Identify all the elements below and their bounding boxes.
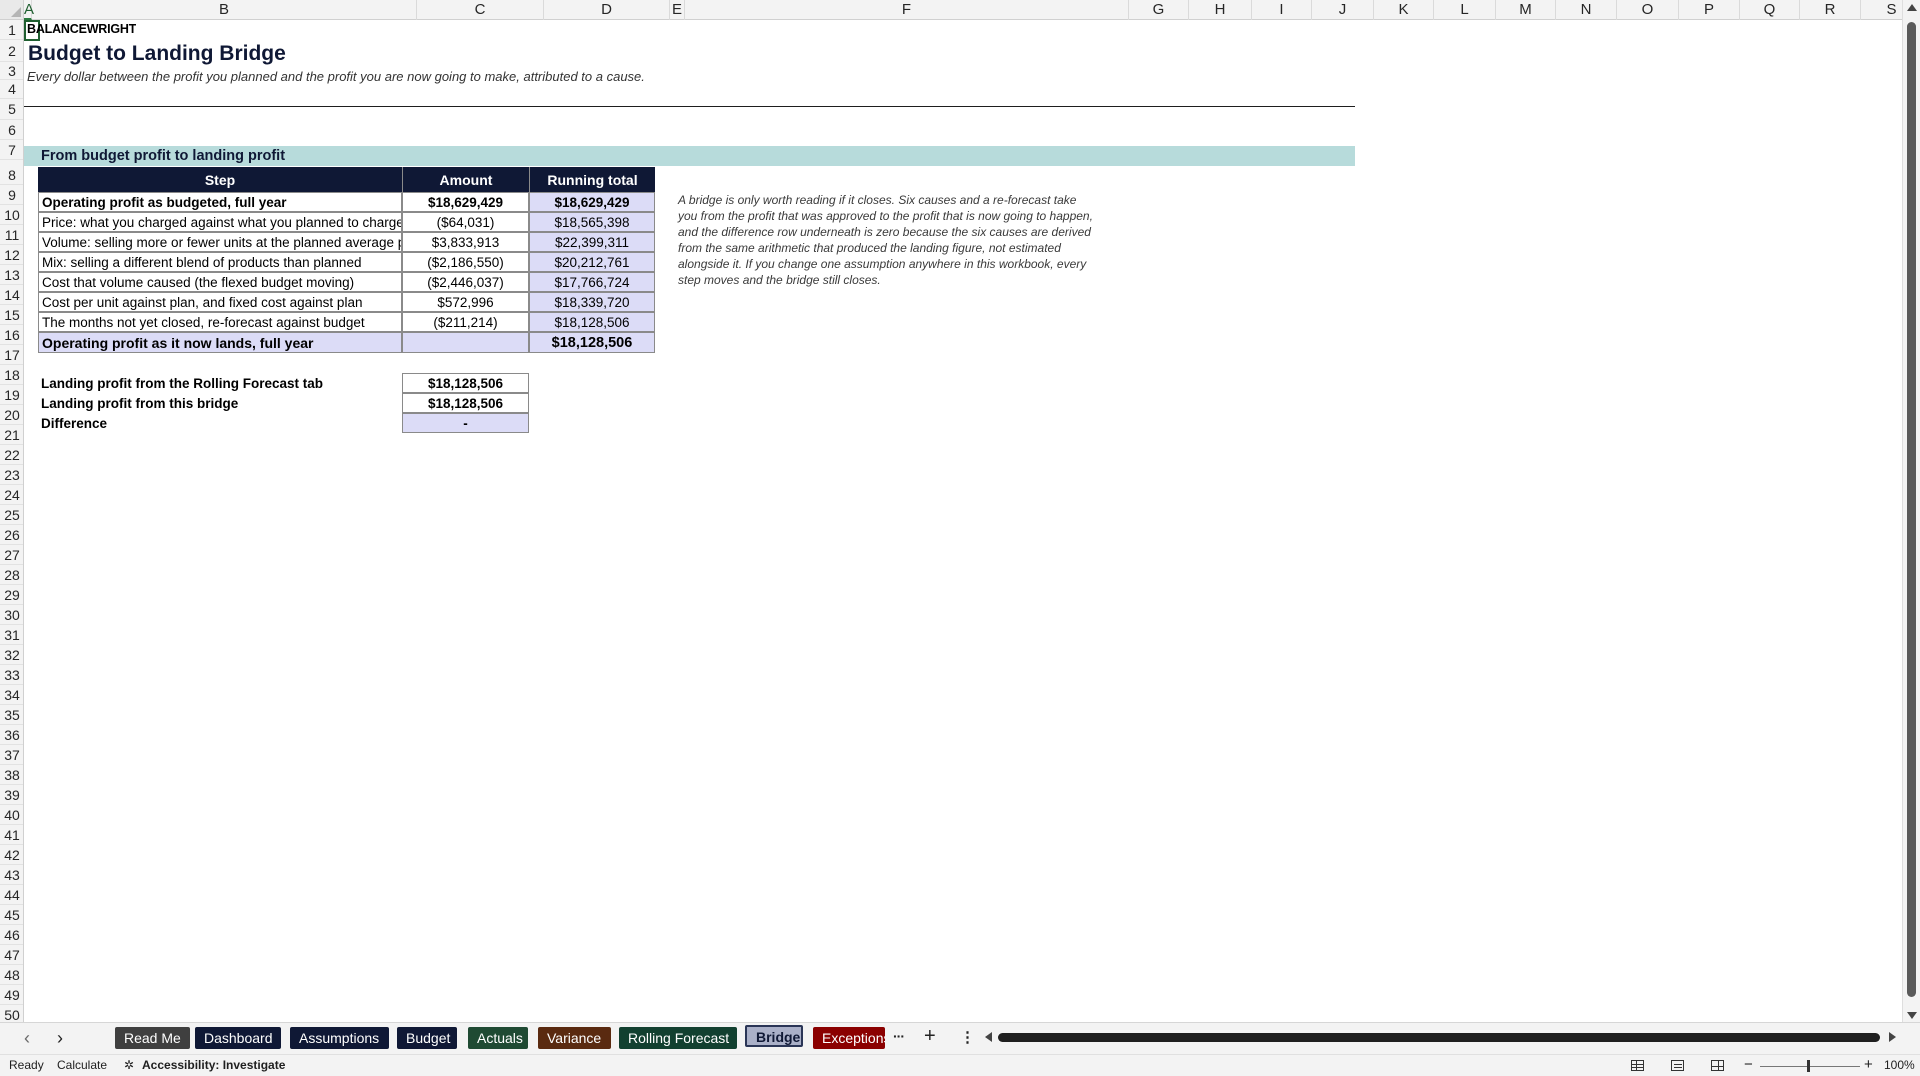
note-line: alongside it. If you change one assumpti…: [678, 257, 1087, 271]
check-row-value[interactable]: -: [402, 413, 529, 433]
bridge-row-step[interactable]: Cost that volume caused (the flexed budg…: [38, 272, 402, 292]
sheet-tab[interactable]: Variance: [538, 1027, 611, 1049]
header-step: Step: [38, 167, 402, 192]
bridge-row-step[interactable]: Cost per unit against plan, and fixed co…: [38, 292, 402, 312]
brand-label: BALANCEWRIGHT: [27, 22, 137, 36]
bridge-row-running[interactable]: $22,399,311: [529, 232, 655, 252]
landing-row-amount[interactable]: [402, 332, 529, 353]
check-row-label: Landing profit from the Rolling Forecast…: [41, 375, 323, 391]
check-row-label: Difference: [41, 415, 108, 431]
page-layout-icon[interactable]: [1671, 1060, 1684, 1071]
sheet-tab[interactable]: Dashboard: [195, 1027, 281, 1049]
vertical-scrollbar[interactable]: [1902, 0, 1920, 1022]
bridge-note: A bridge is only worth reading if it clo…: [678, 192, 1118, 288]
scroll-right-icon[interactable]: [1889, 1032, 1896, 1042]
add-sheet-icon[interactable]: +: [924, 1025, 936, 1048]
sheet-tab[interactable]: Actuals: [468, 1027, 528, 1049]
bridge-row-amount[interactable]: ($2,446,037): [402, 272, 529, 292]
bridge-row-running[interactable]: $20,212,761: [529, 252, 655, 272]
bridge-row-amount[interactable]: ($211,214): [402, 312, 529, 332]
vertical-ellipsis-icon[interactable]: ⋮: [960, 1028, 975, 1046]
header-running-total: Running total: [529, 167, 655, 192]
status-ready: Ready: [9, 1058, 44, 1072]
check-row-label: Landing profit from this bridge: [41, 395, 239, 411]
bridge-row-running[interactable]: $18,128,506: [529, 312, 655, 332]
more-sheets-icon[interactable]: ···: [893, 1028, 905, 1044]
bridge-row-step[interactable]: Operating profit as budgeted, full year: [38, 192, 402, 212]
bridge-row-step[interactable]: Price: what you charged against what you…: [38, 212, 402, 232]
chevron-left-icon[interactable]: ‹: [24, 1028, 30, 1049]
sheet-tab[interactable]: Assumptions: [290, 1027, 389, 1049]
bridge-row-amount[interactable]: ($2,186,550): [402, 252, 529, 272]
scroll-down-icon[interactable]: [1907, 1012, 1917, 1019]
page-subtitle: Every dollar between the profit you plan…: [27, 69, 645, 84]
accessibility-icon[interactable]: ✲: [124, 1058, 134, 1072]
sheet-tab[interactable]: Rolling Forecast: [619, 1027, 737, 1049]
bridge-row-amount[interactable]: $572,996: [402, 292, 529, 312]
section-title: From budget profit to landing profit: [41, 148, 286, 164]
accessibility-status[interactable]: Accessibility: Investigate: [142, 1058, 285, 1072]
normal-view-icon[interactable]: [1631, 1060, 1644, 1071]
sheet-tab[interactable]: Exceptions: [813, 1027, 885, 1049]
bridge-row-amount[interactable]: $18,629,429: [402, 192, 529, 212]
note-line: and the difference row underneath is zer…: [678, 225, 1091, 239]
bridge-row-step[interactable]: Volume: selling more or fewer units at t…: [38, 232, 402, 252]
note-line: step moves and the bridge still closes.: [678, 273, 881, 287]
landing-row-running[interactable]: $18,128,506: [529, 332, 655, 353]
zoom-level[interactable]: 100%: [1884, 1058, 1915, 1072]
page-title: Budget to Landing Bridge: [28, 42, 286, 65]
calculate-button[interactable]: Calculate: [57, 1058, 107, 1072]
bridge-row-amount[interactable]: $3,833,913: [402, 232, 529, 252]
sheet-tab[interactable]: Read Me: [115, 1027, 190, 1049]
vertical-scroll-thumb[interactable]: [1907, 22, 1916, 997]
zoom-in-icon[interactable]: +: [1864, 1056, 1873, 1073]
note-line: A bridge is only worth reading if it clo…: [678, 193, 1077, 207]
bridge-row-step[interactable]: Mix: selling a different blend of produc…: [38, 252, 402, 272]
bridge-row-running[interactable]: $17,766,724: [529, 272, 655, 292]
note-line: you from the profit that was approved to…: [678, 209, 1093, 223]
sheet-tab[interactable]: Bridge: [745, 1025, 803, 1047]
zoom-slider-track[interactable]: [1760, 1066, 1860, 1067]
horizontal-scroll-thumb[interactable]: [998, 1033, 1880, 1042]
landing-row-step[interactable]: Operating profit as it now lands, full y…: [38, 332, 402, 353]
zoom-slider-thumb[interactable]: [1807, 1060, 1810, 1072]
page-break-preview-icon[interactable]: [1711, 1060, 1724, 1071]
title-rule: [24, 106, 1355, 107]
scroll-left-icon[interactable]: [985, 1032, 992, 1042]
bridge-row-running[interactable]: $18,339,720: [529, 292, 655, 312]
chevron-right-icon[interactable]: ›: [57, 1028, 63, 1049]
sheet-tab[interactable]: Budget: [397, 1027, 457, 1049]
zoom-out-icon[interactable]: −: [1744, 1056, 1753, 1073]
status-bar: Ready Calculate ✲ Accessibility: Investi…: [0, 1054, 1920, 1076]
scroll-up-icon[interactable]: [1907, 4, 1917, 11]
worksheet-grid[interactable]: BALANCEWRIGHT Budget to Landing Bridge E…: [0, 0, 1900, 1022]
check-row-value[interactable]: $18,128,506: [402, 393, 529, 413]
header-amount: Amount: [402, 167, 529, 192]
bridge-row-running[interactable]: $18,565,398: [529, 212, 655, 232]
bridge-row-step[interactable]: The months not yet closed, re-forecast a…: [38, 312, 402, 332]
note-line: from the same arithmetic that produced t…: [678, 241, 1061, 255]
bridge-row-amount[interactable]: ($64,031): [402, 212, 529, 232]
check-row-value[interactable]: $18,128,506: [402, 373, 529, 393]
bridge-row-running[interactable]: $18,629,429: [529, 192, 655, 212]
